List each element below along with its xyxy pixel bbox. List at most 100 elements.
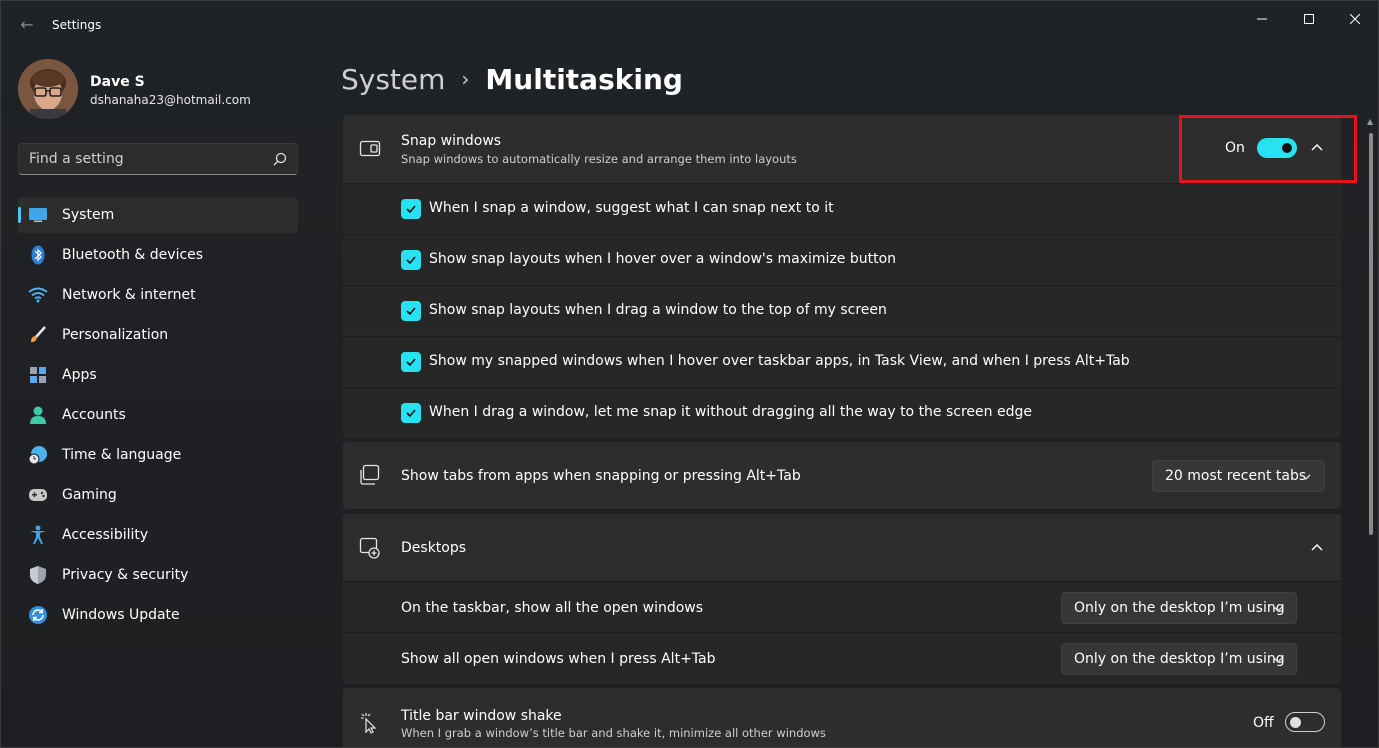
shake-title: Title bar window shake xyxy=(401,708,562,724)
show-tabs-dropdown[interactable]: 20 most recent tabs xyxy=(1152,460,1325,492)
desktops-icon xyxy=(359,537,380,559)
sidebar-item-label: Network & internet xyxy=(62,287,196,303)
settings-window: ← Settings Dave S dshanaha23@hotmail.com… xyxy=(0,0,1379,748)
chevron-up-icon[interactable] xyxy=(1309,540,1325,556)
minimize-icon xyxy=(1257,18,1267,20)
sidebar-item-bluetooth[interactable]: Bluetooth & devices xyxy=(18,237,298,273)
snapped-windows-taskbar-checkbox[interactable] xyxy=(401,352,421,372)
shield-icon xyxy=(28,565,48,585)
dropdown-value: Only on the desktop I’m using xyxy=(1074,600,1285,616)
apps-icon xyxy=(28,365,48,385)
snap-windows-title: Snap windows xyxy=(401,133,502,149)
user-email: dshanaha23@hotmail.com xyxy=(90,93,251,107)
accounts-icon xyxy=(28,405,48,425)
accessibility-icon xyxy=(28,525,48,545)
title-bar-shake-card: Title bar window shake When I grab a win… xyxy=(343,688,1341,747)
close-button[interactable] xyxy=(1332,7,1378,31)
bluetooth-icon xyxy=(28,245,48,265)
alt-tab-windows-dropdown[interactable]: Only on the desktop I’m using xyxy=(1061,643,1297,675)
desktops-row-label: Show all open windows when I press Alt+T… xyxy=(401,651,716,667)
breadcrumb-parent[interactable]: System xyxy=(341,63,445,96)
sidebar-item-personalization[interactable]: Personalization xyxy=(18,317,298,353)
snap-suggest-checkbox[interactable] xyxy=(401,199,421,219)
sidebar-item-apps[interactable]: Apps xyxy=(18,357,298,393)
system-monitor-icon xyxy=(28,205,48,225)
sidebar-item-label: System xyxy=(62,207,115,223)
desktops-card: Desktops On the taskbar, show all the op… xyxy=(343,514,1341,684)
active-indicator xyxy=(18,207,21,223)
scroll-up-icon[interactable]: ▲ xyxy=(1367,117,1375,126)
sidebar-item-privacy[interactable]: Privacy & security xyxy=(18,557,298,593)
avatar xyxy=(18,59,78,119)
snap-layouts-drag-checkbox[interactable] xyxy=(401,301,421,321)
snap-option-row: Show snap layouts when I drag a window t… xyxy=(343,285,1341,335)
time-language-icon xyxy=(28,445,48,465)
shake-toggle-state: Off xyxy=(1253,715,1274,731)
highlight-annotation-box xyxy=(1179,115,1357,183)
title-bar: ← Settings xyxy=(1,1,1378,49)
sidebar-item-label: Gaming xyxy=(62,487,117,503)
sidebar-item-label: Accessibility xyxy=(62,527,149,543)
checkmark-icon xyxy=(406,205,416,214)
sidebar-nav: System Bluetooth & devices Network & int… xyxy=(18,197,298,637)
show-tabs-title: Show tabs from apps when snapping or pre… xyxy=(401,468,801,484)
maximize-icon xyxy=(1304,14,1314,24)
sidebar-item-time-language[interactable]: Time & language xyxy=(18,437,298,473)
snap-windows-icon xyxy=(359,140,381,157)
sidebar-item-label: Bluetooth & devices xyxy=(62,247,204,263)
maximize-button[interactable] xyxy=(1286,7,1332,31)
sidebar-item-gaming[interactable]: Gaming xyxy=(18,477,298,513)
sidebar-item-label: Windows Update xyxy=(62,607,180,623)
snap-option-row: Show snap layouts when I hover over a wi… xyxy=(343,234,1341,284)
checkmark-icon xyxy=(406,256,416,265)
minimize-button[interactable] xyxy=(1239,7,1285,31)
search-placeholder: Find a setting xyxy=(29,151,124,167)
desktops-title: Desktops xyxy=(401,540,467,556)
checkmark-icon xyxy=(406,358,416,367)
sidebar-item-network[interactable]: Network & internet xyxy=(18,277,298,313)
back-arrow-icon: ← xyxy=(20,15,34,34)
show-tabs-card: Show tabs from apps when snapping or pre… xyxy=(343,442,1341,509)
sidebar-item-label: Accounts xyxy=(62,407,126,423)
snap-without-edge-checkbox[interactable] xyxy=(401,403,421,423)
snap-option-label: Show my snapped windows when I hover ove… xyxy=(429,353,1130,369)
toggle-knob xyxy=(1290,717,1301,728)
title-bar-shake-toggle[interactable] xyxy=(1285,712,1325,732)
snap-option-label: Show snap layouts when I hover over a wi… xyxy=(429,251,897,267)
checkmark-icon xyxy=(406,307,416,316)
snap-option-label: Show snap layouts when I drag a window t… xyxy=(429,302,887,318)
gamepad-icon xyxy=(28,485,48,505)
windows-update-icon xyxy=(28,605,48,625)
sidebar-item-label: Time & language xyxy=(62,447,182,463)
dropdown-value: Only on the desktop I’m using xyxy=(1074,651,1285,667)
snap-option-label: When I drag a window, let me snap it wit… xyxy=(429,404,1032,420)
scrollbar-thumb[interactable] xyxy=(1369,133,1373,535)
checkmark-icon xyxy=(406,409,416,418)
taskbar-windows-dropdown[interactable]: Only on the desktop I’m using xyxy=(1061,592,1297,624)
desktops-header[interactable]: Desktops xyxy=(343,514,1341,581)
desktops-row-label: On the taskbar, show all the open window… xyxy=(401,600,704,616)
paintbrush-icon xyxy=(28,325,48,345)
sidebar-item-windows-update[interactable]: Windows Update xyxy=(18,597,298,633)
snap-layouts-hover-checkbox[interactable] xyxy=(401,250,421,270)
snap-option-row: When I snap a window, suggest what I can… xyxy=(343,183,1341,233)
chevron-down-icon xyxy=(1273,606,1283,612)
sidebar-item-accounts[interactable]: Accounts xyxy=(18,397,298,433)
sidebar-item-label: Privacy & security xyxy=(62,567,189,583)
wifi-icon xyxy=(28,285,48,305)
snap-windows-description: Snap windows to automatically resize and… xyxy=(401,152,797,166)
search-icon xyxy=(273,152,287,166)
search-input[interactable]: Find a setting xyxy=(18,143,298,175)
desktops-row: On the taskbar, show all the open window… xyxy=(343,581,1341,632)
sidebar-item-system[interactable]: System xyxy=(18,197,298,233)
snap-option-row: Show my snapped windows when I hover ove… xyxy=(343,336,1341,386)
snap-option-row: When I drag a window, let me snap it wit… xyxy=(343,387,1341,438)
sidebar-item-label: Apps xyxy=(62,367,97,383)
chevron-right-icon: › xyxy=(461,67,470,91)
back-button[interactable]: ← xyxy=(15,13,39,37)
sidebar-item-accessibility[interactable]: Accessibility xyxy=(18,517,298,553)
user-profile[interactable]: Dave S dshanaha23@hotmail.com xyxy=(18,59,298,119)
sidebar-item-label: Personalization xyxy=(62,327,169,343)
chevron-down-icon xyxy=(1273,657,1283,663)
close-icon xyxy=(1350,14,1360,24)
